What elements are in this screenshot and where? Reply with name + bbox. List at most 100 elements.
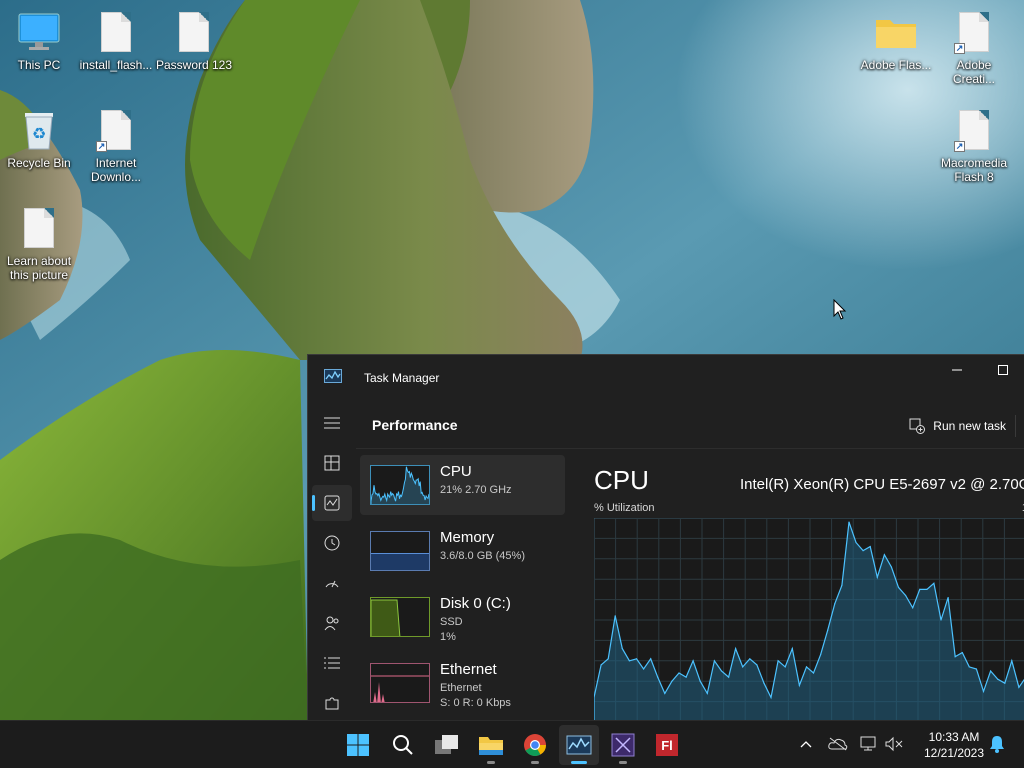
visual-studio-button[interactable]	[603, 725, 643, 765]
disk-thumbnail-graph	[370, 597, 430, 637]
flash-button[interactable]: Fl	[647, 725, 687, 765]
nav-services[interactable]	[312, 685, 352, 720]
cpu-data-point	[975, 668, 977, 670]
cpu-data-point	[720, 670, 723, 672]
shortcut-arrow-icon: ↗	[96, 141, 107, 152]
document-shortcut-icon: ↗	[94, 108, 138, 152]
document-icon	[94, 10, 138, 54]
task-manager-taskbar-button[interactable]	[559, 725, 599, 765]
cpu-data-point	[890, 566, 892, 568]
running-indicator	[619, 761, 627, 764]
cpu-data-point	[728, 676, 730, 678]
svg-text:♻: ♻	[32, 124, 46, 143]
cpu-data-point	[961, 652, 963, 654]
resource-detail: 1%	[440, 631, 456, 643]
desktop-icon-adobe-flash-folder[interactable]: Adobe Flas...	[858, 10, 934, 72]
title-bar[interactable]: Task Manager	[308, 355, 1024, 401]
ethernet-mini-graph	[371, 675, 429, 702]
run-new-task-button[interactable]: Run new task	[909, 413, 1016, 439]
desktop-icon-label: Adobe Creati...	[952, 58, 995, 86]
start-button[interactable]	[338, 725, 378, 765]
desktop-icon-macromedia-flash[interactable]: ↗ Macromedia Flash 8	[936, 108, 1012, 184]
hamburger-menu-icon	[324, 417, 340, 429]
disk-mini-graph	[371, 599, 401, 636]
maximize-button[interactable]	[980, 355, 1024, 385]
resource-item-memory[interactable]: Memory 3.6/8.0 GB (45%)	[360, 521, 565, 581]
cpu-utilization-chart	[594, 518, 1024, 720]
network-tray-button[interactable]	[858, 733, 880, 755]
flash-icon: Fl	[656, 734, 678, 756]
file-explorer-button[interactable]	[471, 725, 511, 765]
resource-list: CPU 21% 2.70 GHz Memory 3.6/8.0 GB (45%)…	[360, 455, 565, 719]
desktop-icon-internet-download[interactable]: ↗ Internet Downlo...	[78, 108, 154, 184]
document-icon	[172, 10, 216, 54]
cpu-mini-graph	[371, 466, 429, 504]
notifications-button[interactable]	[986, 733, 1008, 755]
task-view-button[interactable]	[427, 725, 467, 765]
processes-icon	[324, 455, 340, 471]
nav-startup-apps[interactable]	[312, 565, 352, 601]
document-shortcut-icon: ↗	[952, 108, 996, 152]
clock-time: 10:33 AM	[928, 730, 980, 744]
minimize-button[interactable]	[934, 355, 980, 385]
cpu-data-point	[671, 680, 673, 682]
resource-name: CPU	[440, 463, 472, 480]
resource-item-ethernet[interactable]: Ethernet Ethernet S: 0 R: 0 Kbps	[360, 653, 565, 713]
cpu-data-point	[798, 684, 800, 686]
cpu-data-point	[820, 654, 822, 656]
nav-app-history[interactable]	[312, 525, 352, 561]
cpu-data-point	[933, 582, 935, 584]
cpu-data-point	[628, 660, 630, 662]
desktop-icon-label: install_flash...	[79, 58, 153, 72]
cpu-data-point	[926, 588, 928, 590]
resource-item-disk[interactable]: Disk 0 (C:) SSD 1%	[360, 587, 565, 647]
cpu-detail-panel: CPU Intel(R) Xeon(R) CPU E5-2697 v2 @ 2.…	[592, 455, 1024, 720]
cpu-data-point	[763, 682, 765, 684]
search-button[interactable]	[383, 725, 423, 765]
shortcut-arrow-icon: ↗	[954, 43, 965, 54]
bell-icon	[990, 736, 1004, 753]
cpu-data-point	[1004, 682, 1006, 684]
desktop-icon-recycle-bin[interactable]: ♻ Recycle Bin	[1, 108, 77, 170]
cpu-data-point	[982, 690, 985, 692]
show-hidden-icons-button[interactable]	[795, 733, 817, 755]
desktop-icon-install-flash[interactable]: install_flash...	[78, 10, 154, 72]
nav-details[interactable]	[312, 645, 352, 681]
task-manager-window[interactable]: Task Manager Performance Run new task CP…	[307, 354, 1024, 720]
resource-item-cpu[interactable]: CPU 21% 2.70 GHz	[360, 455, 565, 515]
onedrive-tray-button[interactable]	[827, 733, 849, 755]
nav-users[interactable]	[312, 605, 352, 641]
cpu-data-point	[657, 676, 659, 678]
desktop-icon-this-pc[interactable]: This PC	[1, 10, 77, 72]
cpu-data-point	[643, 668, 645, 670]
desktop-icon-adobe-creative[interactable]: ↗ Adobe Creati...	[936, 10, 1012, 86]
resource-detail: S: 0 R: 0 Kbps	[440, 697, 511, 709]
desktop-icon-learn-about-picture[interactable]: Learn about this picture	[1, 206, 77, 282]
cpu-data-point	[954, 656, 956, 658]
cpu-data-point	[805, 666, 808, 668]
cpu-data-point	[869, 546, 871, 548]
volume-tray-button[interactable]	[884, 733, 906, 755]
cpu-data-point	[940, 619, 942, 621]
cpu-thumbnail-graph	[370, 465, 430, 505]
nav-processes[interactable]	[312, 445, 352, 481]
running-indicator	[531, 761, 539, 764]
desktop-icon-password-123[interactable]: Password 123	[156, 10, 232, 72]
cpu-data-point	[1011, 660, 1013, 662]
cpu-data-point	[855, 541, 857, 544]
nav-performance[interactable]	[312, 485, 352, 521]
visual-studio-icon	[611, 733, 635, 757]
cpu-data-point	[897, 586, 900, 588]
memory-thumbnail-graph	[370, 531, 430, 571]
navigation-rail	[308, 401, 356, 720]
cpu-data-point	[997, 678, 999, 680]
clock[interactable]: 10:33 AM 12/21/2023	[914, 729, 994, 761]
resource-detail: Ethernet	[440, 682, 482, 694]
cpu-data-point	[876, 576, 878, 578]
ethernet-thumbnail-graph	[370, 663, 430, 703]
chrome-button[interactable]	[515, 725, 555, 765]
run-new-task-label: Run new task	[933, 419, 1006, 433]
nav-menu-button[interactable]	[312, 405, 352, 441]
resource-detail: 3.6/8.0 GB (45%)	[440, 550, 525, 562]
cpu-data-point	[749, 658, 751, 660]
